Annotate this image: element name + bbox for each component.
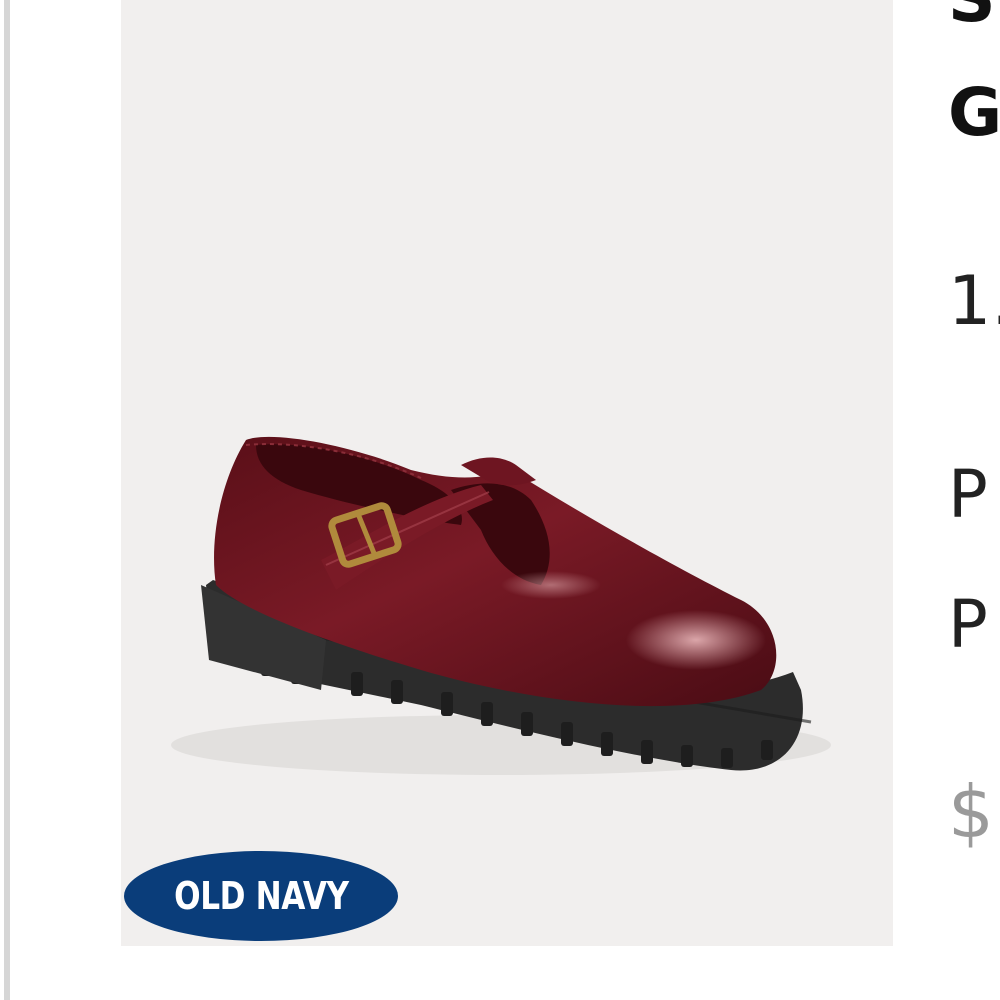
original-price: $: [948, 770, 994, 854]
product-card: OLD NAVY S G 1. P P $: [0, 0, 1000, 1000]
old-navy-logo: OLD NAVY: [124, 851, 398, 941]
product-title-line-1[interactable]: S: [948, 0, 996, 32]
product-title-line-2[interactable]: G: [948, 80, 1000, 146]
detail-line-2: P: [948, 586, 988, 663]
divider: [4, 0, 10, 1000]
product-image[interactable]: [121, 0, 893, 946]
rating-value: 1.: [948, 262, 1000, 341]
logo-text: OLD NAVY: [173, 874, 349, 918]
shoe-illustration: [171, 436, 831, 775]
product-info: S G 1. P P $: [948, 0, 1000, 1000]
detail-line-1: P: [948, 456, 988, 533]
